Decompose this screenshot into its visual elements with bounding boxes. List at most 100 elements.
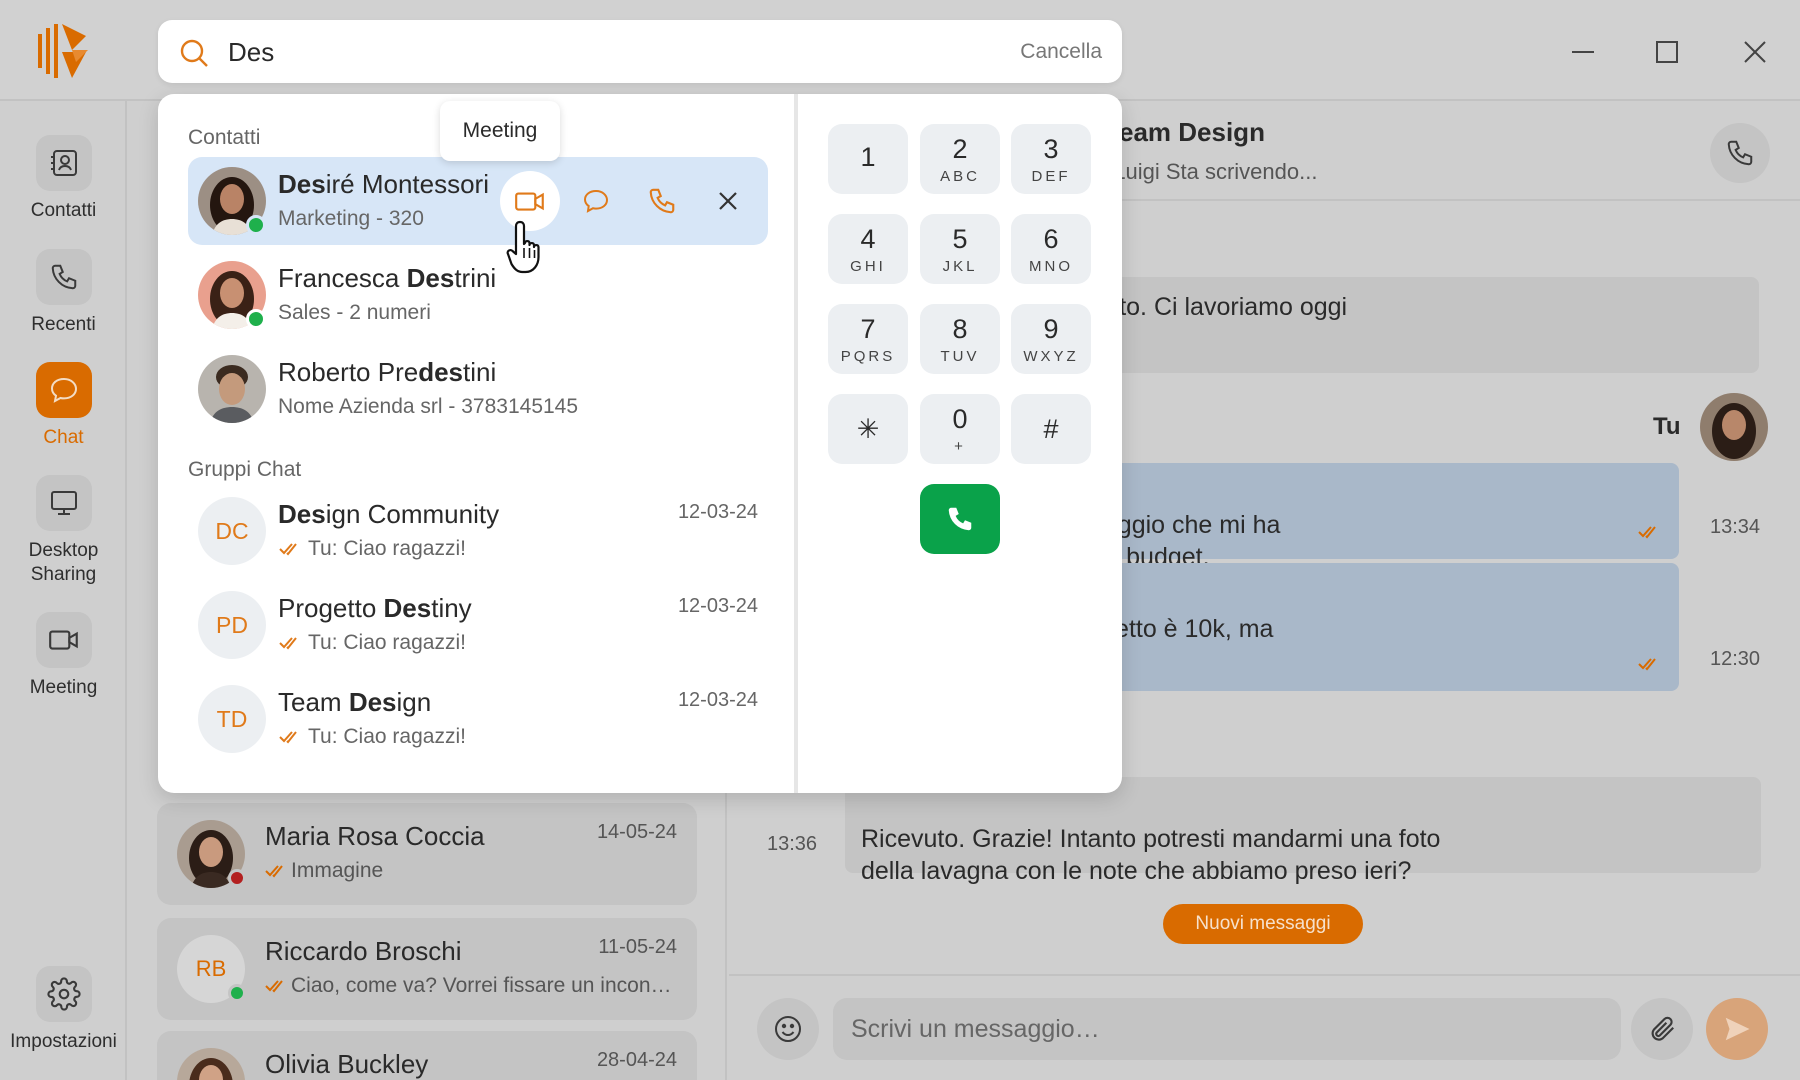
monitor-icon xyxy=(35,475,92,531)
sidebar-item-label: Impostazioni xyxy=(10,1031,117,1052)
chat-title: eam Design xyxy=(1119,117,1265,147)
avatar xyxy=(177,1048,245,1080)
search-input[interactable] xyxy=(228,30,928,74)
sidebar-item-label: Meeting xyxy=(29,677,98,698)
hand-cursor-icon xyxy=(506,218,552,276)
list-item[interactable]: Maria Rosa Coccia 14-05-24 Immagine xyxy=(157,803,697,905)
double-check-icon xyxy=(1638,658,1656,671)
conversation-preview: Ciao, come va? Vorrei fissare un incontr… xyxy=(265,974,675,998)
double-check-icon xyxy=(265,980,283,993)
dial-key-3[interactable]: 3 DEF xyxy=(1011,124,1091,194)
dial-key-4[interactable]: 4 GHI xyxy=(828,214,908,284)
sender-name: Tu xyxy=(1653,413,1681,440)
contact-subtitle: Nome Azienda srl - 3783145145 xyxy=(278,395,579,418)
double-check-icon xyxy=(279,731,297,744)
conversation-preview: Immagine xyxy=(265,859,675,883)
call-button[interactable] xyxy=(632,171,692,231)
contact-subtitle: Marketing - 320 xyxy=(278,207,424,230)
group-result[interactable]: TD Team Design 12-03-24 Tu: Ciao ragazzi… xyxy=(188,675,768,763)
video-icon xyxy=(35,612,92,668)
settings-button[interactable]: Impostazioni xyxy=(0,966,127,1054)
close-icon xyxy=(719,192,737,210)
group-name: Team Design xyxy=(278,687,432,717)
group-name: Design Community xyxy=(278,499,500,529)
typing-status: . Luigi Sta scrivendo... xyxy=(1101,159,1318,184)
list-item[interactable]: Olivia Buckley 28-04-24 xyxy=(157,1031,697,1080)
sidebar-item-desktop-sharing[interactable]: Desktop Sharing xyxy=(0,475,127,587)
group-preview: Tu: Ciao ragazzi! xyxy=(278,725,466,749)
dial-key-5[interactable]: 5 JKL xyxy=(920,214,1000,284)
conversation-date: 14-05-24 xyxy=(596,821,677,843)
contact-result[interactable]: Desiré Montessori Marketing - 320 xyxy=(188,157,768,245)
group-date: 12-03-24 xyxy=(677,689,758,711)
double-check-icon xyxy=(279,543,297,556)
preview-text: Ciao, come va? Vorrei fissare un incontr… xyxy=(291,974,675,997)
list-item[interactable]: RB Riccardo Broschi 11-05-24 Ciao, come … xyxy=(157,918,697,1020)
sidebar-item-recenti[interactable]: Recenti xyxy=(0,249,127,337)
divider xyxy=(796,94,798,793)
section-header-contacts: Contatti xyxy=(188,126,261,149)
minimize-button[interactable] xyxy=(1561,30,1605,74)
contact-name: Francesca Destrini xyxy=(278,263,497,293)
sidebar-item-chat[interactable]: Chat xyxy=(0,362,127,450)
dial-key-8[interactable]: 8 TUV xyxy=(920,304,1000,374)
status-dot xyxy=(228,869,246,887)
chat-icon xyxy=(583,189,609,213)
close-window-button[interactable] xyxy=(1733,30,1777,74)
dial-key-2[interactable]: 2 ABC xyxy=(920,124,1000,194)
attach-button[interactable] xyxy=(1631,998,1693,1060)
dial-key-7[interactable]: 7 PQRS xyxy=(828,304,908,374)
avatar-initials: TD xyxy=(198,685,266,753)
dial-key-hash[interactable]: # xyxy=(1011,394,1091,464)
sidebar-item-label: Contatti xyxy=(30,200,97,221)
dial-key-6[interactable]: 6 MNO xyxy=(1011,214,1091,284)
new-messages-button[interactable]: Nuovi messaggi xyxy=(1163,904,1363,944)
sidebar-item-contatti[interactable]: Contatti xyxy=(0,135,127,223)
group-name: Progetto Destiny xyxy=(278,593,472,623)
conversation-name: Maria Rosa Coccia xyxy=(265,821,485,851)
maximize-button[interactable] xyxy=(1645,30,1689,74)
contact-result[interactable]: Roberto Predestini Nome Azienda srl - 37… xyxy=(188,345,768,433)
dial-key-1[interactable]: 1 xyxy=(828,124,908,194)
dial-key-star[interactable]: ✳ xyxy=(828,394,908,464)
group-preview: Tu: Ciao ragazzi! xyxy=(278,631,466,655)
avatar xyxy=(198,355,266,423)
contact-result[interactable]: Francesca Destrini Sales - 2 numeri xyxy=(188,251,768,339)
conversation-date: 11-05-24 xyxy=(598,936,677,958)
group-preview: Tu: Ciao ragazzi! xyxy=(278,537,466,561)
cancel-search-button[interactable]: Cancella xyxy=(1020,40,1102,64)
contact-name: Roberto Predestini xyxy=(278,357,497,387)
sidebar-item-label: Desktop Sharing xyxy=(28,540,99,585)
send-icon xyxy=(1725,1017,1750,1041)
group-result[interactable]: PD Progetto Destiny 12-03-24 Tu: Ciao ra… xyxy=(188,581,768,669)
search-icon xyxy=(180,39,208,67)
message-bubble: ensato. Ci lavoriamo oggi xyxy=(1049,277,1759,373)
dial-key-9[interactable]: 9 WXYZ xyxy=(1011,304,1091,374)
dial-call-button[interactable] xyxy=(920,484,1000,554)
close-result-button[interactable] xyxy=(698,171,758,231)
search-results: Contatti Desiré Montessori Marketing - 3… xyxy=(158,94,796,793)
contact-subtitle: Sales - 2 numeri xyxy=(278,301,431,324)
avatar xyxy=(1700,393,1768,461)
dial-key-0[interactable]: 0 + xyxy=(920,394,1000,464)
message-bubble: essaggio che mi ha a del budget. xyxy=(1049,463,1679,571)
chat-button[interactable] xyxy=(566,171,626,231)
double-check-icon xyxy=(279,637,297,650)
group-date: 12-03-24 xyxy=(677,595,758,617)
app-logo xyxy=(36,22,96,80)
avatar-initials: DC xyxy=(198,497,266,565)
group-result[interactable]: DC Design Community 12-03-24 Tu: Ciao ra… xyxy=(188,487,768,575)
emoji-button[interactable] xyxy=(757,998,819,1060)
sidebar-item-meeting[interactable]: Meeting xyxy=(0,612,127,700)
send-button[interactable] xyxy=(1706,998,1768,1060)
message-time: 13:36 xyxy=(767,833,818,855)
call-button[interactable] xyxy=(1710,123,1770,183)
section-header-groups: Gruppi Chat xyxy=(188,458,302,481)
message-input[interactable] xyxy=(833,998,1621,1060)
message-time: 12:30 xyxy=(1710,648,1761,670)
sidebar-item-label: Recenti xyxy=(31,314,96,335)
conversation-name: Olivia Buckley xyxy=(265,1049,429,1079)
online-status-dot xyxy=(246,215,266,235)
gear-icon xyxy=(35,966,92,1022)
phone-icon xyxy=(35,249,92,305)
